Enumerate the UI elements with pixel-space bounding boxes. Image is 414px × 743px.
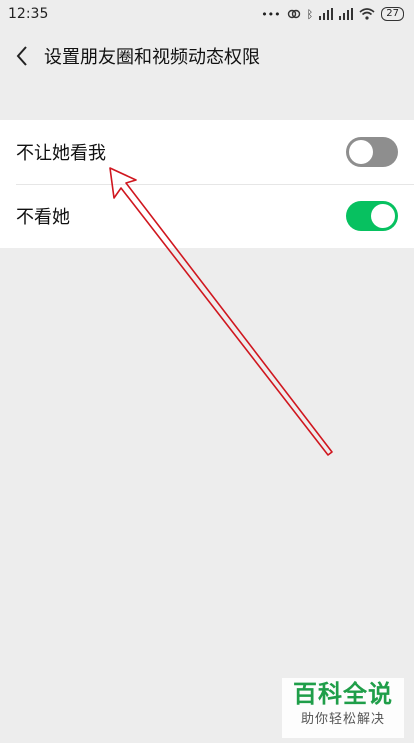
watermark: 百科全说 助你轻松解决: [282, 678, 404, 738]
watermark-title: 百科全说: [293, 680, 393, 708]
annotation-arrow: [109, 167, 333, 456]
watermark-subtitle: 助你轻松解决: [300, 712, 385, 727]
